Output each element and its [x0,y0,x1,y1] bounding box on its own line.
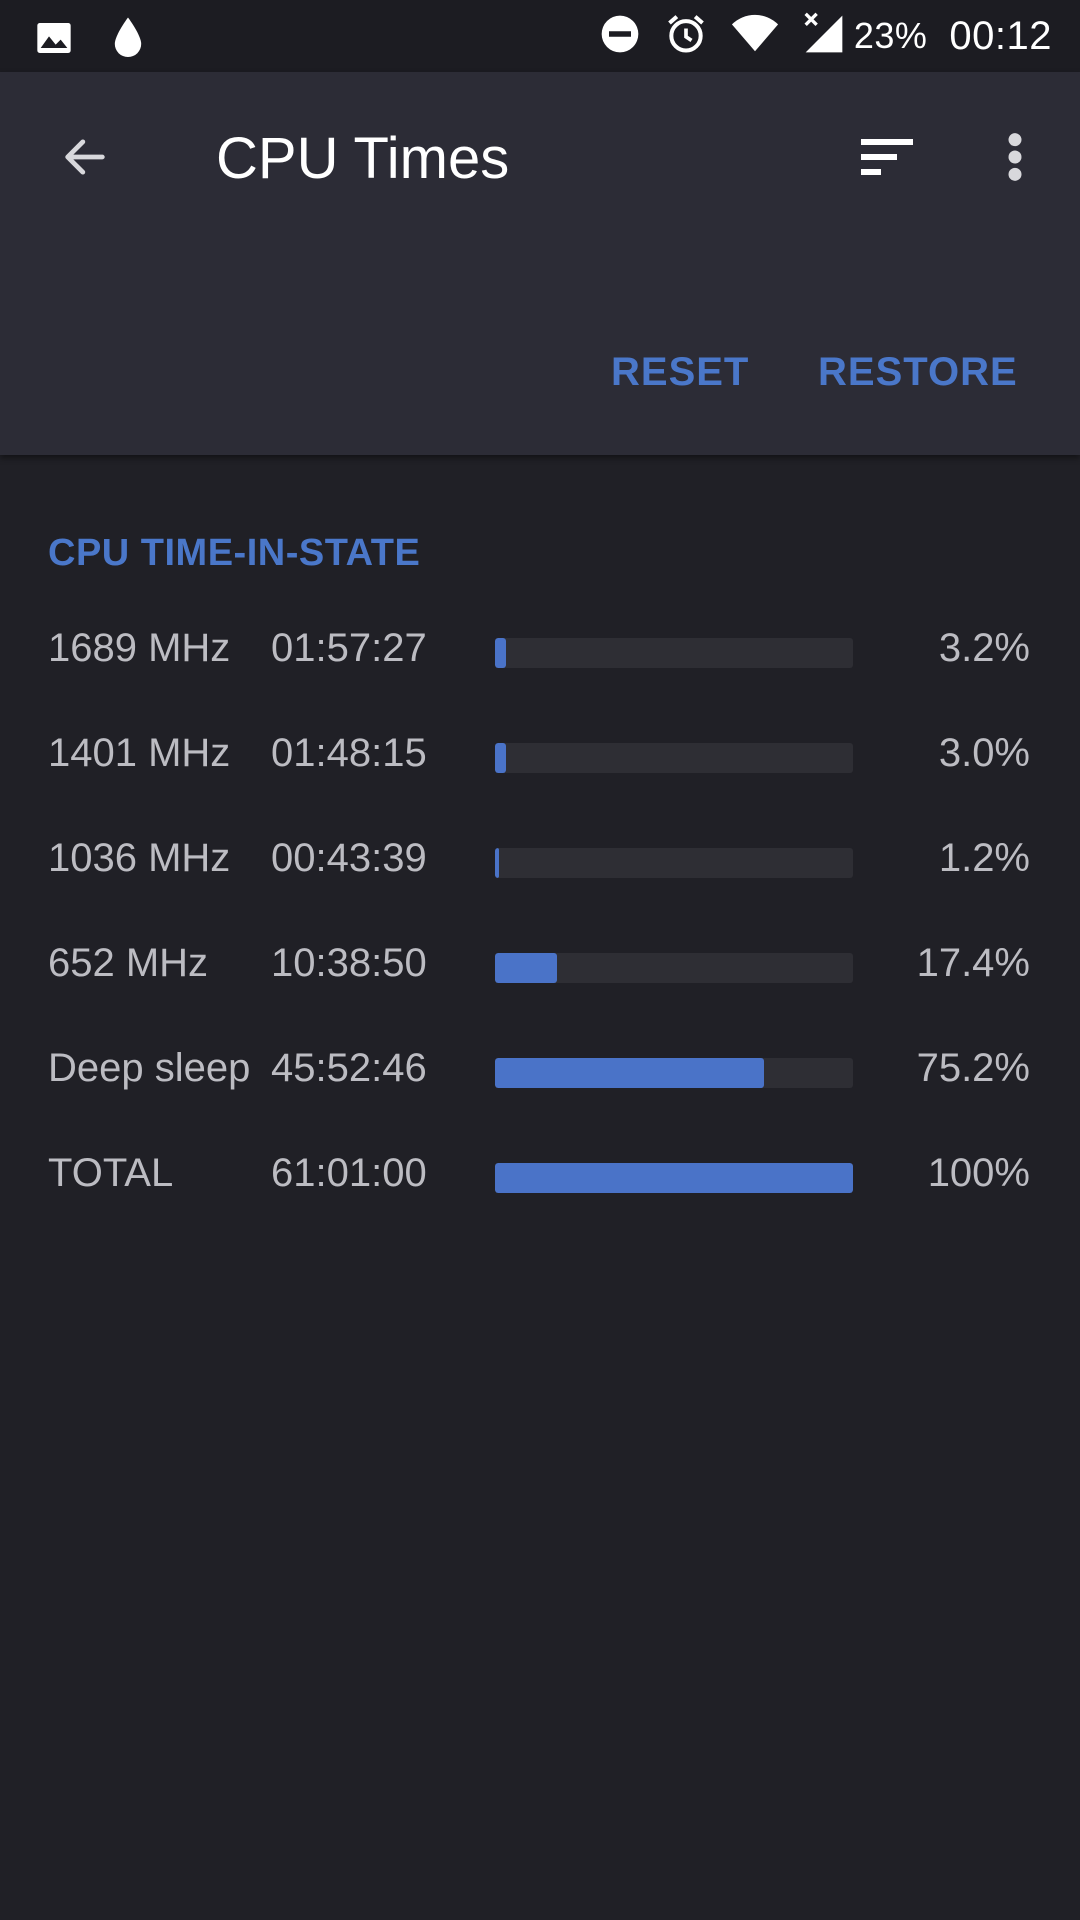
state-row: 1401 MHz 01:48:15 3.0% [0,721,1080,826]
state-percent: 75.2% [916,1046,1030,1090]
page-title: CPU Times [216,126,510,191]
state-time: 10:38:50 [271,941,427,985]
state-time: 01:48:15 [271,731,427,775]
reset-button[interactable]: RESET [611,342,749,402]
image-icon [34,18,74,63]
state-progress-fill [495,638,507,668]
sort-button[interactable] [852,124,922,194]
arrow-back-icon [59,131,111,188]
sort-icon [859,135,915,184]
section-header: CPU TIME-IN-STATE [48,532,421,574]
total-row: TOTAL 61:01:00 100% [0,1141,1080,1246]
wifi-icon [730,14,780,59]
state-time: 00:43:39 [271,836,427,880]
battery-level: 23% [853,15,928,56]
clock: 00:12 [949,13,1052,58]
state-time: 45:52:46 [271,1046,427,1090]
state-label: 1401 MHz [48,731,231,775]
app-bar: CPU Times RESET RESTORE [0,72,1080,455]
state-percent: 1.2% [938,836,1030,880]
do-not-disturb-icon [598,12,642,61]
state-progress-bar [495,848,853,878]
state-time: 61:01:00 [271,1151,427,1195]
state-progress-fill [495,1058,765,1088]
state-label: 652 MHz [48,941,209,985]
water-drop-icon [110,16,146,65]
state-time: 01:57:27 [271,626,427,670]
status-right: 23% 00:12 [598,12,1052,60]
state-row: 1036 MHz 00:43:39 1.2% [0,826,1080,931]
state-progress-bar [495,743,853,773]
state-progress-fill [495,953,558,983]
state-progress-bar [495,1163,853,1193]
state-progress-bar [495,1058,853,1088]
state-list: 1689 MHz 01:57:27 3.2% 1401 MHz 01:48:15… [0,616,1080,1246]
back-button[interactable] [50,124,120,194]
alarm-icon [664,12,708,61]
state-row: Deep sleep 45:52:46 75.2% [0,1036,1080,1141]
state-label: 1036 MHz [48,836,231,880]
status-left-icons [34,16,146,65]
state-progress-fill [495,743,506,773]
signal-icon [802,12,846,61]
restore-button[interactable]: RESTORE [818,342,1018,402]
state-row: 1689 MHz 01:57:27 3.2% [0,616,1080,721]
status-bar: 23% 00:12 [0,0,1080,72]
more-vert-icon [1005,131,1025,188]
state-percent: 17.4% [916,941,1030,985]
state-progress-fill [495,1163,853,1193]
state-label: 1689 MHz [48,626,231,670]
state-progress-bar [495,953,853,983]
state-progress-fill [495,848,500,878]
state-row: 652 MHz 10:38:50 17.4% [0,931,1080,1036]
more-options-button[interactable] [980,124,1050,194]
state-label: TOTAL [48,1151,174,1195]
state-percent: 3.2% [938,626,1030,670]
state-percent: 3.0% [938,731,1030,775]
state-progress-bar [495,638,853,668]
state-percent: 100% [927,1151,1030,1195]
state-label: Deep sleep [48,1046,251,1090]
